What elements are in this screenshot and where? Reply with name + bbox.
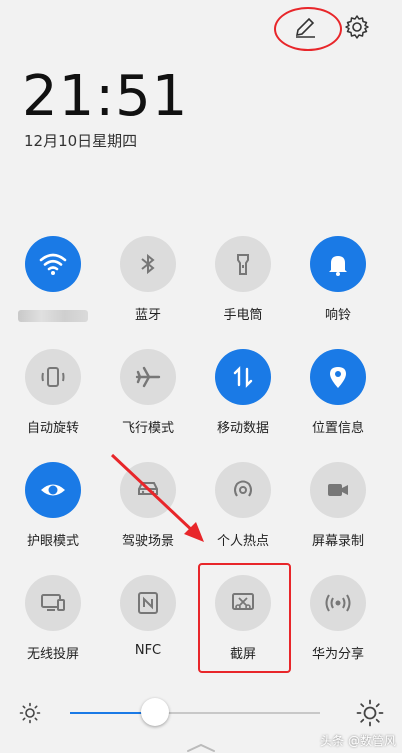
wifi-icon (25, 236, 81, 292)
wifi-network-name (18, 310, 88, 322)
car-icon (120, 462, 176, 518)
tile-auto-rotate[interactable]: 自动旋转 (5, 349, 101, 436)
tile-huawei-share[interactable]: 华为分享 (290, 575, 386, 662)
tile-screen-record[interactable]: 屏幕录制 (290, 462, 386, 549)
settings-button[interactable] (342, 12, 372, 42)
rotate-icon (25, 349, 81, 405)
wireless-projection-icon (25, 575, 81, 631)
tile-location[interactable]: 位置信息 (290, 349, 386, 436)
sun-large-icon (356, 699, 384, 727)
tile-wireless-projection[interactable]: 无线投屏 (5, 575, 101, 662)
screen-record-icon (310, 462, 366, 518)
gear-icon (345, 15, 369, 39)
tile-label: 个人热点 (216, 534, 269, 549)
tile-label: 响铃 (324, 308, 351, 323)
tile-ringer[interactable]: 响铃 (290, 236, 386, 323)
tile-flashlight[interactable]: 手电筒 (195, 236, 291, 323)
tile-bluetooth[interactable]: 蓝牙 (100, 236, 196, 323)
tile-label: 手电筒 (223, 308, 263, 323)
tile-mobile-data[interactable]: 移动数据 (195, 349, 291, 436)
clock: 21:51 (22, 64, 189, 129)
tile-label: 华为分享 (311, 647, 364, 662)
huawei-share-icon (310, 575, 366, 631)
tile-label: 屏幕录制 (311, 534, 364, 549)
annotation-box (198, 563, 291, 673)
tile-airplane[interactable]: 飞行模式 (100, 349, 196, 436)
tile-label: 位置信息 (311, 421, 364, 436)
brightness-track[interactable] (70, 698, 320, 726)
tile-driving[interactable]: 驾驶场景 (100, 462, 196, 549)
mobile-data-icon (215, 349, 271, 405)
nfc-icon (120, 575, 176, 631)
flashlight-icon (215, 236, 271, 292)
tile-eye-comfort[interactable]: 护眼模式 (5, 462, 101, 549)
eye-icon (25, 462, 81, 518)
airplane-icon (120, 349, 176, 405)
tile-label: 蓝牙 (134, 308, 161, 323)
bell-icon (310, 236, 366, 292)
tile-label: 驾驶场景 (121, 534, 174, 549)
tile-hotspot[interactable]: 个人热点 (195, 462, 291, 549)
chevron-up-icon[interactable] (184, 742, 218, 752)
sun-small-icon (19, 702, 41, 724)
brightness-thumb[interactable] (141, 698, 169, 726)
watermark: 头条 @数管风 (320, 734, 396, 748)
hotspot-icon (215, 462, 271, 518)
date: 12月10日星期四 (24, 132, 138, 150)
tile-label: 自动旋转 (26, 421, 79, 436)
tile-nfc[interactable]: NFC (100, 575, 196, 658)
edit-button[interactable] (274, 7, 342, 51)
tile-label: NFC (134, 643, 162, 658)
annotation-circle (274, 7, 342, 51)
tile-label: 飞行模式 (121, 421, 174, 436)
tile-label: 护眼模式 (26, 534, 79, 549)
tile-label: 无线投屏 (26, 647, 79, 662)
location-icon (310, 349, 366, 405)
header-actions (274, 7, 372, 51)
bluetooth-icon (120, 236, 176, 292)
tile-label: 移动数据 (216, 421, 269, 436)
brightness-slider[interactable] (0, 697, 402, 729)
tile-wifi[interactable] (5, 236, 101, 322)
